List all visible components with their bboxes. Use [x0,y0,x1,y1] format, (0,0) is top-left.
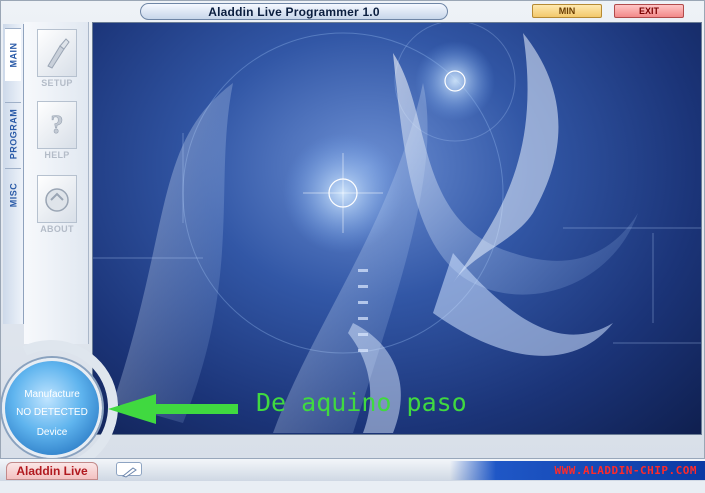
brand-tab[interactable]: Aladdin Live [6,462,98,480]
annotation-text: De aquino paso [256,388,467,417]
setup-button[interactable]: SETUP [27,26,85,92]
tab-program[interactable]: PROGRAM [5,102,21,165]
abstract-ribbon-artwork [93,23,701,433]
title-bar[interactable]: Aladdin Live Programmer 1.0 [140,3,448,20]
svg-text:?: ? [51,110,64,139]
tab-main[interactable]: MAIN [5,28,21,81]
vertical-tab-strip: MAIN PROGRAM MISC [3,24,24,324]
about-icon [37,175,77,223]
brand-label: Aladdin Live [16,464,88,478]
tab-misc[interactable]: MISC [5,168,21,221]
tab-misc-label: MISC [8,182,18,208]
website-url: WWW.ALADDIN-CHIP.COM [554,464,697,477]
help-label: HELP [44,150,70,160]
setup-label: SETUP [41,78,73,88]
setup-icon [37,29,77,77]
window-title: Aladdin Live Programmer 1.0 [208,4,380,19]
minimize-button[interactable]: MIN [532,4,602,18]
help-icon: ? [37,101,77,149]
exit-button[interactable]: EXIT [614,4,684,18]
splash-image [92,22,702,435]
edit-pen-icon[interactable] [116,462,142,478]
status-line-detected: NO DETECTED [16,407,88,418]
tool-panel: SETUP ? HELP ABOUT [24,22,89,344]
device-status-dial[interactable]: Manufacture NO DETECTED Device [2,358,102,458]
website-banner[interactable]: WWW.ALADDIN-CHIP.COM [450,461,705,480]
about-button[interactable]: ABOUT [27,172,85,238]
status-line-device: Device [36,427,68,438]
tab-program-label: PROGRAM [8,108,18,160]
tab-main-label: MAIN [8,42,18,68]
annotation-arrow-icon [108,394,238,424]
status-line-manufacture: Manufacture [24,389,80,400]
help-button[interactable]: ? HELP [27,98,85,164]
about-label: ABOUT [40,224,74,234]
